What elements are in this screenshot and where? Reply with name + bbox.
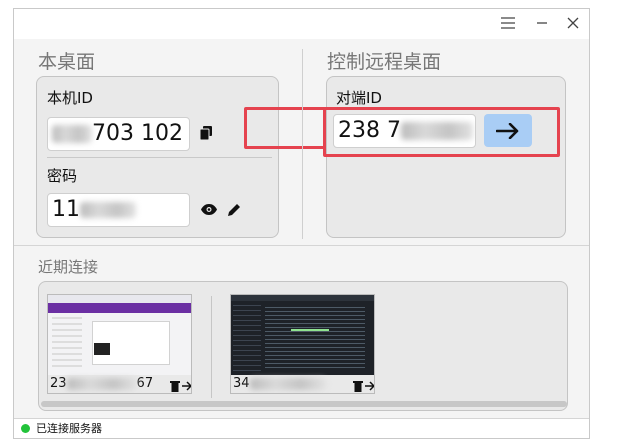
- highlight-box: [323, 107, 560, 157]
- trash-icon[interactable]: [352, 379, 363, 392]
- status-bar: 已连接服务器: [14, 418, 589, 438]
- local-id-card: 本机ID 703 102 密码 11: [36, 76, 279, 238]
- recent-section-title: 近期连接: [38, 258, 99, 276]
- divider: [211, 296, 212, 398]
- divider: [47, 157, 272, 158]
- redacted-mask: [80, 202, 136, 218]
- recent-item-id-suffix: 67: [136, 376, 154, 391]
- thumb-dark-block: [94, 343, 110, 355]
- hamburger-icon[interactable]: [498, 13, 518, 33]
- remote-id-card: 对端ID 238 7: [326, 76, 566, 238]
- status-text: 已连接服务器: [36, 422, 102, 435]
- local-id-field[interactable]: 703 102: [47, 117, 190, 151]
- password-field[interactable]: 11: [47, 193, 190, 227]
- recent-item-id-prefix: 23: [50, 376, 67, 391]
- thumb-sidebar: [52, 317, 82, 371]
- pencil-icon[interactable]: [226, 201, 242, 217]
- remote-id-label: 对端ID: [336, 89, 382, 107]
- local-id-label: 本机ID: [47, 89, 93, 107]
- app-window: 本桌面 本机ID 703 102 密码 11 控制远程桌面 对端ID 238 7: [13, 8, 590, 439]
- status-dot-icon: [21, 424, 30, 433]
- password-value: 11: [52, 197, 80, 222]
- thumb-highlight-line: [291, 329, 329, 331]
- section-divider: [302, 49, 303, 239]
- minimize-icon[interactable]: [532, 13, 552, 33]
- thumb-titlebar: [231, 295, 374, 301]
- eye-icon[interactable]: [200, 202, 218, 216]
- title-bar: [14, 9, 589, 39]
- local-section-title: 本桌面: [38, 51, 96, 73]
- copy-icon[interactable]: [198, 124, 214, 142]
- horizontal-scrollbar[interactable]: [41, 401, 567, 407]
- recent-item-id-prefix: 34: [233, 376, 250, 391]
- remote-section-title: 控制远程桌面: [327, 51, 442, 73]
- thumb-titlebar: [48, 295, 191, 303]
- arrow-right-icon[interactable]: [364, 379, 374, 392]
- thumb-purple-bar: [48, 303, 191, 313]
- password-label: 密码: [47, 167, 78, 185]
- recent-item[interactable]: 23 67: [47, 294, 192, 394]
- thumb-code: [265, 307, 365, 371]
- thumb-sidebar: [233, 305, 261, 375]
- recent-item[interactable]: 34: [230, 294, 375, 394]
- redacted-mask: [249, 377, 326, 390]
- trash-icon[interactable]: [169, 379, 180, 392]
- close-icon[interactable]: [563, 13, 583, 33]
- horizontal-divider: [14, 245, 589, 246]
- redacted-mask: [52, 125, 92, 143]
- arrow-right-icon[interactable]: [181, 379, 191, 392]
- local-id-value: 703 102: [92, 121, 183, 146]
- redacted-mask: [66, 377, 137, 390]
